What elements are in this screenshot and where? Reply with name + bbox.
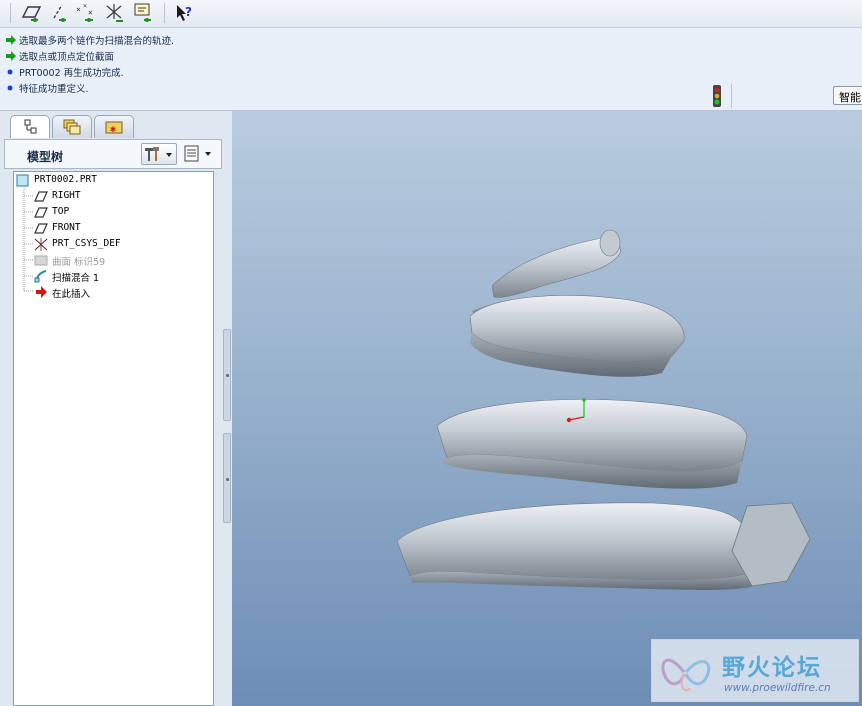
folder-icon [63, 119, 81, 135]
message-line: PRT0002 再生成功完成. [6, 65, 124, 80]
datum-axis-toggle[interactable] [48, 2, 70, 24]
tree-columns-icon [184, 145, 211, 162]
context-help[interactable]: ? [174, 2, 196, 24]
favorites-tab[interactable]: ✱ [94, 115, 134, 138]
message-area: 选取最多两个链作为扫描混合的轨迹. 选取点或顶点定位截面 PRT0002 再生成… [0, 28, 862, 111]
butterfly-logo-icon [661, 658, 711, 692]
status-separator [731, 84, 732, 108]
message-line: 选取点或顶点定位截面 [6, 49, 114, 64]
info-bullet-icon [7, 69, 13, 75]
model-tree-header: 模型树 [4, 139, 222, 169]
coordinate-system-icon [106, 4, 123, 22]
datum-plane-icon [34, 191, 48, 202]
svg-text:×: × [76, 5, 81, 14]
panel-sash-upper[interactable] [223, 329, 231, 421]
message-line: 选取最多两个链作为扫描混合的轨迹. [6, 33, 174, 48]
part-icon [16, 174, 29, 187]
insert-here-arrow-icon [36, 286, 47, 298]
model-tree-icon [24, 119, 37, 134]
navigator-panel: ✱ 模型树 PRT0002.PRT RIGHT TOP FRONT PRT_CS… [0, 111, 232, 706]
tree-settings-icon [145, 147, 172, 161]
datum-point-icon: × × × [76, 2, 93, 22]
regeneration-status-light-icon [713, 85, 721, 107]
smart-filter-dropdown[interactable]: 智能 [833, 86, 862, 105]
toolbar: × × × ? [0, 0, 862, 28]
svg-text:×: × [88, 8, 93, 17]
sash-grip [226, 478, 229, 481]
prompt-arrow-icon [6, 35, 16, 45]
datum-point-toggle[interactable]: × × × [75, 2, 97, 24]
datum-plane-icon [34, 223, 48, 234]
model-tree: PRT0002.PRT RIGHT TOP FRONT PRT_CSYS_DEF… [13, 171, 214, 706]
watermark-url: www.proewildfire.cn [724, 682, 831, 694]
toolbar-separator [164, 3, 165, 23]
datum-plane-icon [21, 6, 42, 22]
surface-icon [34, 255, 48, 266]
info-bullet-icon [7, 85, 13, 91]
tree-columns-button[interactable] [182, 143, 218, 165]
model-tree-title: 模型树 [27, 150, 64, 164]
favorites-icon: ✱ [105, 121, 123, 135]
datum-plane-icon [34, 207, 48, 218]
message-line: 特征成功重定义. [6, 81, 89, 96]
datum-plane-toggle[interactable] [20, 2, 42, 24]
csys-toggle[interactable] [104, 2, 126, 24]
swept-blend-icon [34, 270, 47, 283]
datum-axis-icon [53, 4, 66, 22]
watermark: 野火论坛 www.proewildfire.cn [651, 639, 859, 702]
prompt-arrow-icon [6, 51, 16, 61]
graphics-viewport[interactable] [232, 111, 862, 706]
folder-browser-tab[interactable] [52, 115, 92, 138]
sash-grip [226, 374, 229, 377]
model-tree-tab[interactable] [10, 115, 50, 138]
annotation-toggle[interactable] [133, 2, 155, 24]
panel-sash-lower[interactable] [223, 433, 231, 523]
coordinate-system-icon [34, 238, 48, 251]
watermark-title: 野火论坛 [722, 655, 822, 681]
tree-settings-button[interactable] [141, 143, 177, 165]
svg-text:✱: ✱ [110, 124, 116, 135]
toolbar-separator [10, 3, 11, 23]
context-help-icon: ? [177, 5, 192, 21]
svg-text:?: ? [185, 5, 192, 19]
svg-text:×: × [83, 2, 87, 10]
spring-model [396, 229, 811, 590]
annotation-icon [134, 3, 151, 22]
